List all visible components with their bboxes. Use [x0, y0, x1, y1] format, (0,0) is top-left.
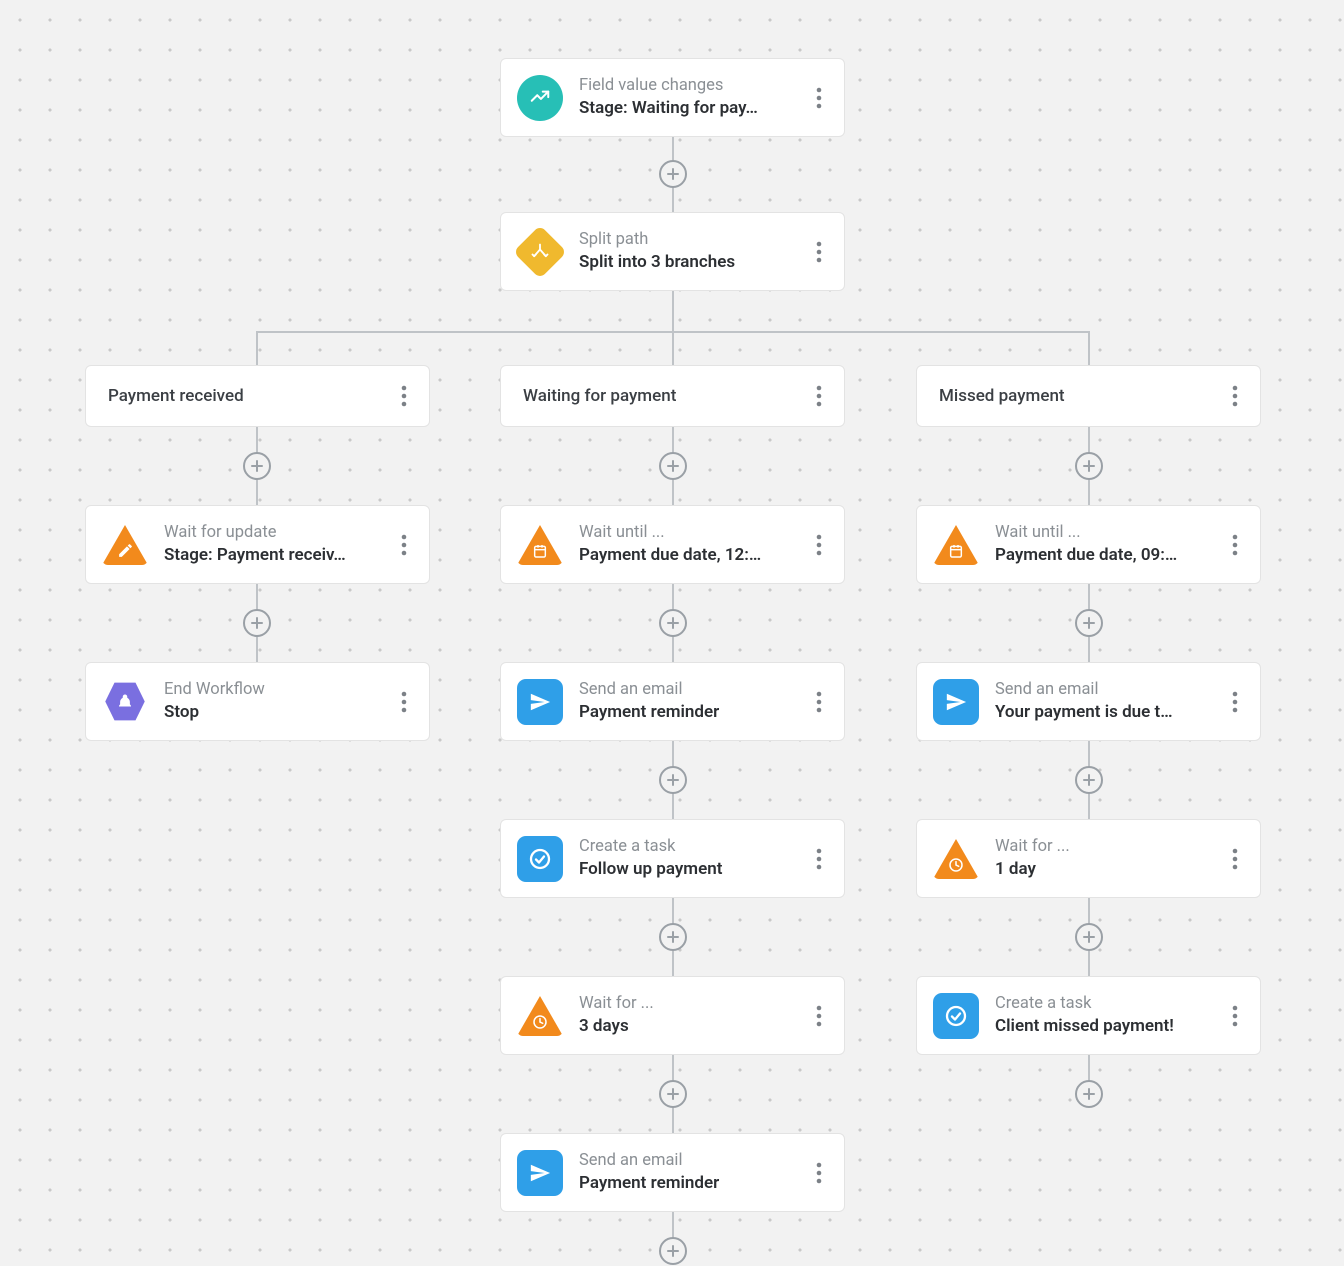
more-icon[interactable] — [808, 687, 830, 717]
card-title: Create a task — [579, 836, 792, 858]
card-title: Wait until ... — [995, 522, 1208, 544]
more-icon[interactable] — [1224, 1001, 1246, 1031]
add-step-button[interactable] — [659, 452, 687, 480]
add-step-button[interactable] — [1075, 452, 1103, 480]
clock-icon — [933, 836, 979, 882]
add-step-button[interactable] — [659, 1237, 687, 1265]
send-icon — [933, 679, 979, 725]
more-icon[interactable] — [808, 530, 830, 560]
card-title: Send an email — [995, 679, 1208, 701]
more-icon[interactable] — [1224, 844, 1246, 874]
card-subtitle: Payment reminder — [579, 1172, 792, 1195]
more-icon[interactable] — [808, 1158, 830, 1188]
branch-label: Waiting for payment — [523, 386, 792, 406]
card-subtitle: Your payment is due t… — [995, 701, 1208, 724]
more-icon[interactable] — [1224, 530, 1246, 560]
connector — [256, 331, 258, 365]
connector — [1088, 331, 1090, 365]
branch-card-payment-received[interactable]: Payment received — [85, 365, 430, 427]
card-subtitle: Payment reminder — [579, 701, 792, 724]
add-step-button[interactable] — [659, 923, 687, 951]
trigger-card[interactable]: Field value changes Stage: Waiting for p… — [500, 58, 845, 137]
more-icon[interactable] — [1224, 687, 1246, 717]
add-step-button[interactable] — [659, 609, 687, 637]
card-subtitle: 1 day — [995, 858, 1208, 881]
branch-card-waiting-for-payment[interactable]: Waiting for payment — [500, 365, 845, 427]
step-card-send-email[interactable]: Send an email Your payment is due t… — [916, 662, 1261, 741]
send-icon — [517, 679, 563, 725]
add-step-button[interactable] — [659, 1080, 687, 1108]
more-icon[interactable] — [393, 381, 415, 411]
step-card-send-email[interactable]: Send an email Payment reminder — [500, 1133, 845, 1212]
card-subtitle: Stage: Waiting for pay… — [579, 97, 792, 120]
more-icon[interactable] — [808, 237, 830, 267]
card-subtitle: Split into 3 branches — [579, 251, 792, 274]
more-icon[interactable] — [808, 381, 830, 411]
more-icon[interactable] — [393, 687, 415, 717]
calendar-icon — [933, 522, 979, 568]
branch-label: Missed payment — [939, 386, 1208, 406]
more-icon[interactable] — [808, 1001, 830, 1031]
step-card-create-task[interactable]: Create a task Follow up payment — [500, 819, 845, 898]
card-title: Split path — [579, 229, 792, 251]
card-subtitle: Follow up payment — [579, 858, 792, 881]
pencil-icon — [102, 522, 148, 568]
more-icon[interactable] — [808, 844, 830, 874]
card-title: Send an email — [579, 679, 792, 701]
step-card-wait-for-update[interactable]: Wait for update Stage: Payment receiv… — [85, 505, 430, 584]
card-title: Wait for ... — [995, 836, 1208, 858]
card-title: Wait for update — [164, 522, 377, 544]
add-step-button[interactable] — [1075, 1080, 1103, 1108]
clock-icon — [517, 993, 563, 1039]
send-icon — [517, 1150, 563, 1196]
add-step-button[interactable] — [659, 766, 687, 794]
step-card-create-task[interactable]: Create a task Client missed payment! — [916, 976, 1261, 1055]
step-card-wait-for[interactable]: Wait for ... 3 days — [500, 976, 845, 1055]
check-circle-icon — [933, 993, 979, 1039]
card-subtitle: Payment due date, 09:… — [995, 544, 1208, 567]
card-title: Create a task — [995, 993, 1208, 1015]
add-step-button[interactable] — [243, 452, 271, 480]
card-title: Send an email — [579, 1150, 792, 1172]
calendar-icon — [517, 522, 563, 568]
step-card-send-email[interactable]: Send an email Payment reminder — [500, 662, 845, 741]
add-step-button[interactable] — [1075, 923, 1103, 951]
branch-label: Payment received — [108, 386, 377, 406]
card-title: Field value changes — [579, 75, 792, 97]
card-subtitle: Stop — [164, 701, 377, 724]
more-icon[interactable] — [808, 83, 830, 113]
stop-icon — [102, 679, 148, 725]
card-subtitle: Client missed payment! — [995, 1015, 1208, 1038]
card-title: Wait for ... — [579, 993, 792, 1015]
add-step-button[interactable] — [659, 160, 687, 188]
add-step-button[interactable] — [1075, 609, 1103, 637]
split-card[interactable]: Split path Split into 3 branches — [500, 212, 845, 291]
card-title: End Workflow — [164, 679, 377, 701]
card-subtitle: Stage: Payment receiv… — [164, 544, 377, 567]
more-icon[interactable] — [393, 530, 415, 560]
add-step-button[interactable] — [243, 609, 271, 637]
branch-card-missed-payment[interactable]: Missed payment — [916, 365, 1261, 427]
step-card-wait-for[interactable]: Wait for ... 1 day — [916, 819, 1261, 898]
connector — [672, 290, 674, 333]
step-card-end-workflow[interactable]: End Workflow Stop — [85, 662, 430, 741]
step-card-wait-until[interactable]: Wait until ... Payment due date, 12:… — [500, 505, 845, 584]
trend-icon — [517, 75, 563, 121]
check-circle-icon — [517, 836, 563, 882]
split-icon — [517, 229, 563, 275]
card-subtitle: Payment due date, 12:… — [579, 544, 792, 567]
step-card-wait-until[interactable]: Wait until ... Payment due date, 09:… — [916, 505, 1261, 584]
card-title: Wait until ... — [579, 522, 792, 544]
card-subtitle: 3 days — [579, 1015, 792, 1038]
add-step-button[interactable] — [1075, 766, 1103, 794]
more-icon[interactable] — [1224, 381, 1246, 411]
connector — [672, 331, 674, 365]
